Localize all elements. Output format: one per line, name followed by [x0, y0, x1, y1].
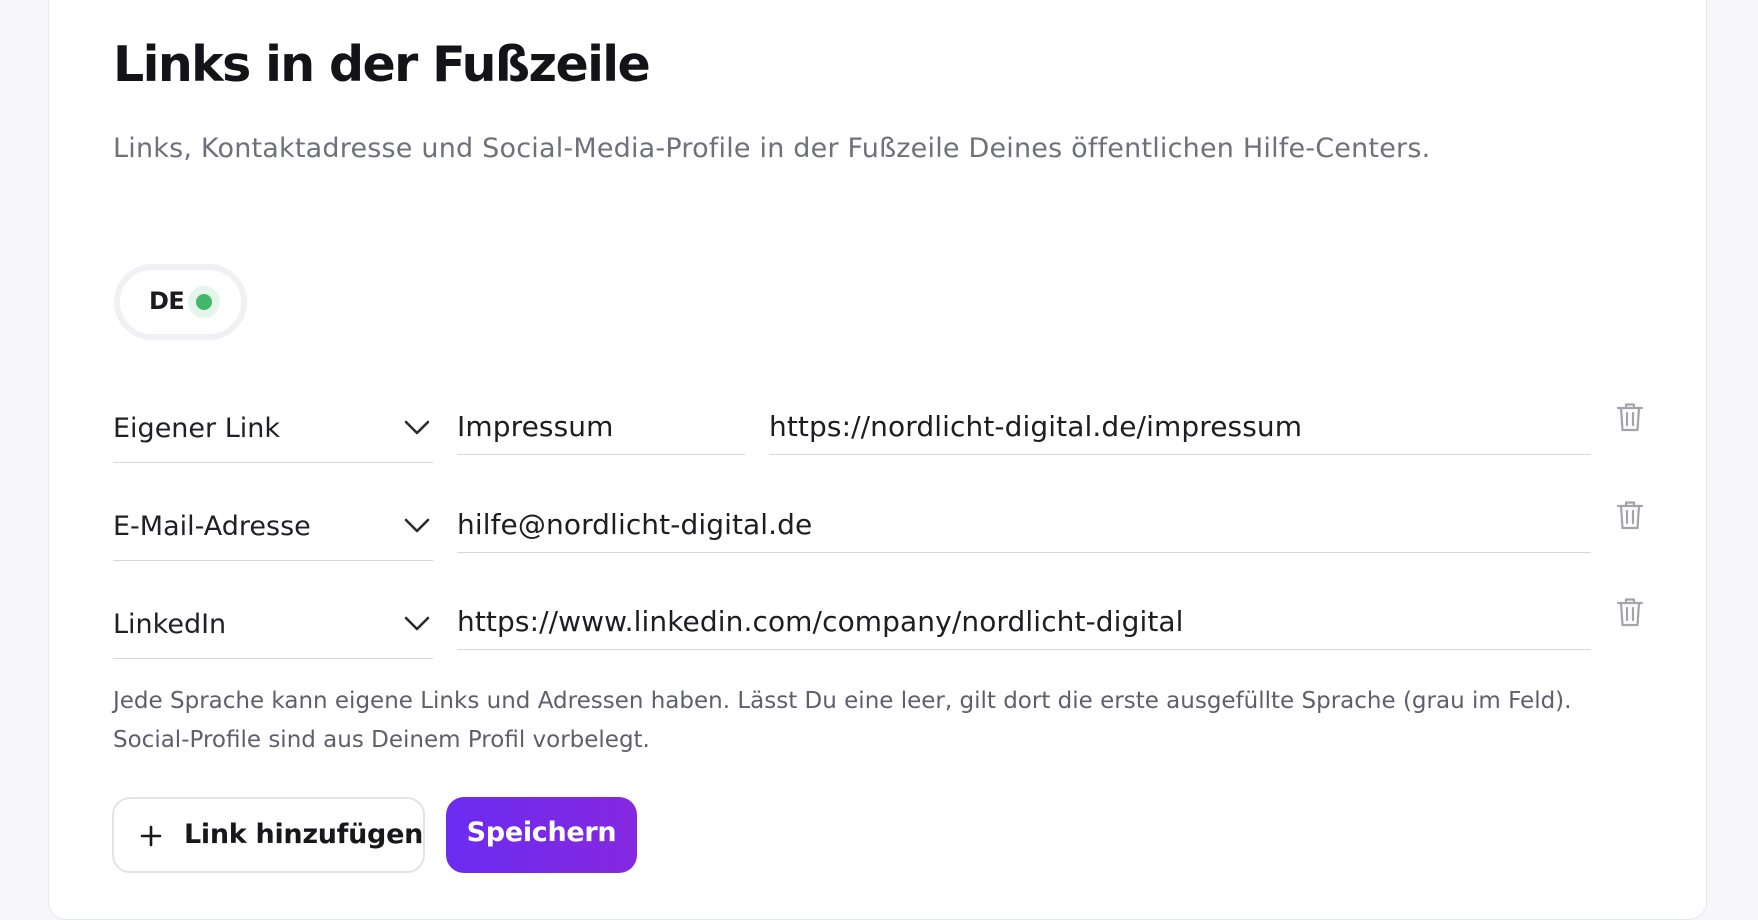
- link-url-input[interactable]: https://nordlicht-digital.de/impressum: [769, 377, 1591, 455]
- language-fallback-hint: Jede Sprache kann eigene Links und Adres…: [113, 688, 1572, 753]
- chevron-down-icon: [404, 420, 430, 435]
- save-label: Speichern: [466, 817, 617, 848]
- link-type-select[interactable]: E-Mail-Adresse: [113, 483, 433, 561]
- link-type-label: LinkedIn: [113, 609, 227, 640]
- trash-icon[interactable]: [1615, 499, 1645, 531]
- linkedin-url-value: https://www.linkedin.com/company/nordlic…: [457, 605, 1184, 638]
- link-type-select[interactable]: LinkedIn: [113, 581, 433, 659]
- email-value: hilfe@nordlicht-digital.de: [457, 508, 813, 541]
- link-type-select[interactable]: Eigener Link: [113, 385, 433, 463]
- page-title: Links in der Fußzeile: [113, 36, 651, 93]
- chevron-down-icon: [404, 518, 430, 533]
- link-url-value: https://nordlicht-digital.de/impressum: [769, 410, 1303, 443]
- trash-icon[interactable]: [1615, 596, 1645, 628]
- trash-icon[interactable]: [1615, 401, 1645, 433]
- linkedin-url-input[interactable]: https://www.linkedin.com/company/nordlic…: [457, 572, 1591, 650]
- link-type-label: E-Mail-Adresse: [113, 511, 311, 542]
- email-input[interactable]: hilfe@nordlicht-digital.de: [457, 475, 1591, 553]
- save-button[interactable]: Speichern: [446, 797, 637, 873]
- language-code: DE: [149, 287, 185, 315]
- language-status-dot: [196, 294, 212, 310]
- link-label-input[interactable]: Impressum: [457, 377, 745, 455]
- link-label-value: Impressum: [457, 410, 614, 443]
- add-link-label: Link hinzufügen: [184, 819, 424, 850]
- page-subtitle: Links, Kontaktadresse und Social-Media-P…: [113, 133, 1431, 164]
- plus-icon: [140, 825, 162, 847]
- add-link-button[interactable]: Link hinzufügen: [112, 797, 425, 873]
- chevron-down-icon: [404, 616, 430, 631]
- link-type-label: Eigener Link: [113, 413, 281, 444]
